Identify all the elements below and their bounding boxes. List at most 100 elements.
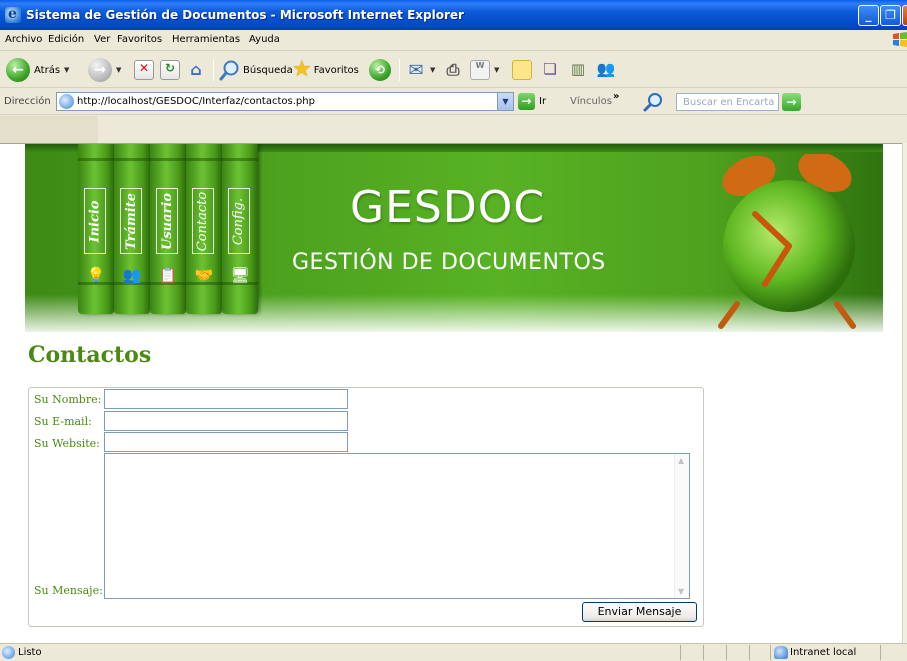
toolbar-separator	[399, 59, 400, 81]
history-button[interactable]: ⟲	[369, 57, 395, 83]
nav-book-tramite[interactable]: Trámite 👥	[114, 144, 150, 314]
title-bar: e Sistema de Gestión de Documentos - Mic…	[0, 0, 907, 30]
encarta-search-go-button[interactable]: →	[782, 93, 801, 111]
menu-edicion[interactable]: Edición	[48, 34, 84, 45]
intranet-icon	[774, 646, 788, 659]
go-label: Ir	[539, 96, 547, 107]
lightbulb-icon: 💡	[86, 266, 106, 284]
search-label: Búsqueda	[243, 64, 293, 76]
search-icon	[219, 60, 239, 81]
search-button[interactable]: Búsqueda	[219, 57, 293, 83]
nav-book-inicio[interactable]: Inicio 💡	[78, 144, 114, 314]
print-button[interactable]: ⎙	[443, 57, 463, 83]
handshake-icon: 🤝	[194, 266, 214, 284]
favorites-label: Favoritos	[313, 64, 359, 76]
discuss-button[interactable]	[512, 57, 532, 83]
history-icon: ⟲	[369, 59, 391, 81]
go-arrow-icon: →	[518, 93, 535, 110]
scroll-down-icon: ▼	[678, 587, 685, 596]
menu-herramientas[interactable]: Herramientas	[172, 34, 240, 45]
menu-ver[interactable]: Ver	[94, 34, 110, 45]
menu-archivo[interactable]: Archivo	[5, 34, 42, 45]
page-scrollbar[interactable]	[902, 143, 907, 643]
research-button[interactable]: ❏	[540, 57, 560, 83]
nav-book-config[interactable]: Config. 🖥	[222, 144, 258, 314]
links-chevron-icon[interactable]: »	[613, 91, 619, 102]
address-input[interactable]: http://localhost/GESDOC/Interfaz/contact…	[56, 92, 514, 111]
minimize-button[interactable]: _	[858, 5, 879, 26]
forward-icon: →	[88, 58, 112, 82]
email-input[interactable]	[104, 411, 348, 431]
refresh-button[interactable]: ↻	[160, 57, 180, 83]
message-textarea[interactable]: ▲ ▼	[104, 453, 690, 599]
stop-button[interactable]: ✕	[134, 57, 154, 83]
home-icon: ⌂	[190, 60, 202, 79]
refresh-icon: ↻	[160, 60, 180, 80]
go-button[interactable]: → Ir	[518, 93, 546, 110]
address-dropdown-button[interactable]: ▼	[497, 93, 513, 110]
page-title: Contactos	[28, 342, 152, 368]
messenger-icon: 👥	[596, 60, 616, 78]
brand-title: GESDOC	[350, 182, 546, 233]
encarta-search-icon	[643, 93, 662, 112]
back-button[interactable]: ← Atrás ▼	[6, 57, 69, 83]
contact-form: Su Nombre: Su E-mail: Su Website: Su Men…	[28, 387, 704, 627]
encarta-search-input[interactable]: Buscar en Encarta	[676, 93, 779, 111]
stop-icon: ✕	[134, 60, 154, 80]
edit-button[interactable]: W ▼	[470, 57, 499, 83]
monitor-icon: 🖥	[230, 266, 250, 284]
name-input[interactable]	[104, 389, 348, 409]
send-message-button[interactable]: Enviar Mensaje	[582, 602, 697, 622]
website-input[interactable]	[104, 432, 348, 452]
nav-book-contacto[interactable]: Contacto 🤝	[186, 144, 222, 314]
back-icon: ←	[6, 58, 30, 82]
email-label: Su E-mail:	[34, 415, 92, 428]
menu-ayuda[interactable]: Ayuda	[249, 34, 280, 45]
favorites-star-icon: ★	[292, 57, 312, 82]
name-label: Su Nombre:	[34, 393, 102, 406]
favorites-button[interactable]: ★ Favoritos	[292, 57, 359, 83]
forward-button[interactable]: → ▼	[88, 57, 121, 83]
message-label: Su Mensaje:	[34, 584, 103, 597]
window-title: Sistema de Gestión de Documentos - Micro…	[26, 8, 464, 22]
mail-icon: ✉	[408, 60, 424, 81]
maximize-button[interactable]: ❐	[880, 5, 901, 26]
menu-favoritos[interactable]: Favoritos	[117, 34, 162, 45]
nav-label-inicio: Inicio	[87, 200, 103, 242]
website-label: Su Website:	[34, 437, 100, 450]
mail-button[interactable]: ✉ ▼	[406, 57, 435, 83]
print-icon: ⎙	[446, 60, 460, 79]
ie-logo-icon: e	[5, 6, 21, 23]
encarta-search-placeholder: Buscar en Encarta	[683, 97, 775, 108]
nav-book-usuario[interactable]: Usuario 📋	[150, 144, 186, 314]
nav-label-config: Config.	[231, 197, 247, 245]
home-button[interactable]: ⌂	[186, 57, 206, 83]
page-content: Inicio 💡 Trámite 👥 Usuario 📋 Contacto 🤝	[0, 143, 902, 643]
page-icon	[59, 94, 74, 109]
toolbar: ← Atrás ▼ → ▼ ✕ ↻ ⌂ Búsqueda ★ Favoritos	[0, 52, 907, 88]
discuss-icon	[512, 60, 532, 80]
chevron-down-icon: ▼	[64, 66, 70, 74]
address-bar: Dirección http://localhost/GESDOC/Interf…	[0, 89, 907, 115]
menu-bar: Archivo Edición Ver Favoritos Herramient…	[0, 30, 907, 51]
users-icon: 👥	[122, 266, 142, 284]
browser-window: e Sistema de Gestión de Documentos - Mic…	[0, 0, 907, 661]
message-scrollbar[interactable]: ▲ ▼	[674, 454, 689, 598]
links-band-segment	[0, 116, 98, 143]
research-icon: ❏	[543, 60, 557, 78]
links-label[interactable]: Vínculos	[570, 96, 612, 107]
chevron-down-icon: ▼	[430, 66, 436, 74]
chevron-down-icon: ▼	[116, 66, 122, 74]
library-icon: ▥	[570, 60, 586, 78]
library-button[interactable]: ▥	[568, 57, 588, 83]
back-label: Atrás	[34, 64, 61, 76]
edit-icon: W	[470, 60, 490, 80]
nav-label-contacto: Contacto	[195, 191, 211, 251]
address-label: Dirección	[4, 96, 51, 107]
toolbar-separator	[213, 59, 214, 81]
close-button[interactable]: X	[902, 5, 907, 26]
scroll-up-icon: ▲	[678, 456, 685, 465]
address-url: http://localhost/GESDOC/Interfaz/contact…	[77, 96, 315, 107]
links-band	[0, 116, 907, 143]
messenger-button[interactable]: 👥	[596, 57, 616, 83]
